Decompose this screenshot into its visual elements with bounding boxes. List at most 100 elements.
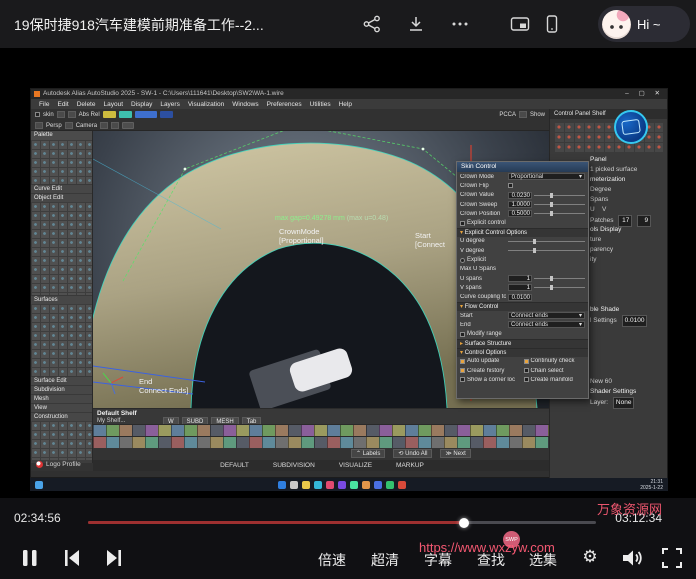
menu-preferences[interactable]: Preferences bbox=[267, 101, 302, 108]
find-button[interactable]: 查找 bbox=[477, 550, 505, 570]
v-degree-slider[interactable] bbox=[508, 250, 585, 251]
surface-structure-section[interactable]: ▸ Surface Structure bbox=[457, 339, 588, 348]
crown-position-slider[interactable] bbox=[534, 213, 585, 214]
episodes-button[interactable]: 选集 bbox=[529, 550, 557, 570]
app-icon[interactable] bbox=[398, 481, 406, 489]
skin-toggle-label[interactable]: skin bbox=[43, 112, 54, 118]
menu-utilities[interactable]: Utilities bbox=[310, 101, 331, 108]
camera-label[interactable]: Camera bbox=[76, 123, 97, 129]
show-toggle[interactable]: Show bbox=[530, 112, 545, 118]
u-degree-slider[interactable] bbox=[508, 241, 585, 242]
taskbar-app-icons[interactable] bbox=[43, 481, 640, 489]
menu-file[interactable]: File bbox=[39, 101, 49, 108]
settings-gear-icon[interactable]: ⚙ bbox=[578, 546, 602, 570]
palette-section-subdivision[interactable]: Subdivision bbox=[31, 385, 92, 394]
crown-flip-checkbox[interactable] bbox=[508, 183, 513, 188]
layer-chip-teal[interactable] bbox=[119, 111, 132, 118]
menu-display[interactable]: Display bbox=[131, 101, 152, 108]
palette-section-mesh[interactable]: Mesh bbox=[31, 394, 92, 403]
tab-default[interactable]: DEFAULT bbox=[220, 462, 249, 469]
quality-button[interactable]: 超清 bbox=[371, 550, 399, 570]
palette-section-surfaces[interactable]: Surfaces bbox=[31, 295, 92, 304]
palette-section-surface-edit[interactable]: Surface Edit bbox=[31, 376, 92, 385]
layer-chip-blue[interactable] bbox=[135, 111, 157, 118]
more-options-icon[interactable] bbox=[450, 14, 470, 34]
edge-icon[interactable] bbox=[314, 481, 322, 489]
search-icon[interactable] bbox=[290, 481, 298, 489]
patches-v-value[interactable]: 9 bbox=[637, 215, 651, 227]
tool-box-icon[interactable] bbox=[519, 111, 527, 118]
crown-value-field[interactable]: 0.0230 bbox=[508, 192, 532, 199]
user-avatar[interactable] bbox=[602, 10, 631, 39]
v-spans-slider[interactable] bbox=[534, 287, 585, 288]
start-icon[interactable] bbox=[278, 481, 286, 489]
weather-widget-icon[interactable] bbox=[35, 481, 43, 489]
progress-bar[interactable] bbox=[88, 521, 596, 524]
tool-box-icon[interactable] bbox=[57, 111, 65, 118]
continuity-check-checkbox[interactable] bbox=[524, 359, 529, 364]
u-spans-field[interactable]: 1 bbox=[508, 275, 532, 282]
shelf-icon-strip[interactable] bbox=[93, 436, 551, 448]
download-icon[interactable] bbox=[406, 14, 426, 34]
layer-chip-yellow[interactable] bbox=[103, 111, 116, 118]
flow-control-section[interactable]: ▾ Flow Control bbox=[457, 302, 588, 311]
taskbar-clock[interactable]: 21:31 2025-1-22 bbox=[640, 479, 663, 491]
palette-icon-grid[interactable] bbox=[31, 140, 92, 184]
palette-section-object-edit[interactable]: Object Edit bbox=[31, 193, 92, 202]
grid-view-icon[interactable] bbox=[35, 122, 43, 129]
menu-visualization[interactable]: Visualization bbox=[188, 101, 224, 108]
video-frame[interactable]: Autodesk Alias AutoStudio 2025 - SW-1 - … bbox=[0, 48, 696, 498]
palette-icon-grid[interactable] bbox=[31, 304, 92, 376]
pause-button[interactable] bbox=[18, 546, 42, 570]
share-icon[interactable] bbox=[362, 14, 382, 34]
coupling-field[interactable]: 0.0100 bbox=[508, 294, 532, 301]
crown-sweep-slider[interactable] bbox=[534, 204, 585, 205]
app-icon[interactable] bbox=[374, 481, 382, 489]
shelf-icon-strip[interactable] bbox=[93, 424, 551, 436]
layer-selector[interactable]: None bbox=[613, 397, 635, 409]
add-camera-icon[interactable] bbox=[65, 122, 73, 129]
palette-section-view[interactable]: View bbox=[31, 403, 92, 412]
app-icon[interactable] bbox=[350, 481, 358, 489]
app-icon[interactable] bbox=[386, 481, 394, 489]
previous-button[interactable] bbox=[60, 546, 84, 570]
menu-windows[interactable]: Windows bbox=[232, 101, 258, 108]
create-manifold-checkbox[interactable] bbox=[524, 377, 529, 382]
next-episode-button[interactable] bbox=[102, 546, 126, 570]
palette-section-curve-edit[interactable]: Curve Edit bbox=[31, 184, 92, 193]
subtitle-button[interactable]: 字幕 bbox=[424, 550, 452, 570]
crown-sweep-field[interactable]: 1.0000 bbox=[508, 201, 532, 208]
skin-control-header[interactable]: Skin Control bbox=[457, 162, 588, 172]
modify-range-checkbox[interactable] bbox=[460, 332, 465, 337]
u-spans-slider[interactable] bbox=[534, 278, 585, 279]
auto-update-checkbox[interactable] bbox=[460, 359, 465, 364]
speed-button[interactable]: 倍速 bbox=[318, 550, 346, 570]
chain-select-checkbox[interactable] bbox=[524, 368, 529, 373]
undo-all-button[interactable]: ⟲ Undo All bbox=[393, 449, 432, 458]
picture-in-picture-icon[interactable] bbox=[510, 14, 530, 34]
menu-help[interactable]: Help bbox=[339, 101, 352, 108]
window-controls[interactable]: – ▢ ✕ bbox=[625, 89, 664, 99]
palette-icon-grid[interactable] bbox=[31, 421, 92, 460]
tab-subdivision[interactable]: SUBDIVISION bbox=[273, 462, 315, 469]
tool-chip[interactable] bbox=[122, 122, 134, 129]
progress-handle[interactable] bbox=[459, 518, 469, 528]
persp-view-label[interactable]: Persp bbox=[46, 123, 62, 129]
precision-value[interactable]: 0.0100 bbox=[622, 315, 648, 327]
next-button[interactable]: ≫ Next bbox=[440, 449, 470, 458]
app-icon[interactable] bbox=[326, 481, 334, 489]
tool-box-icon[interactable] bbox=[68, 111, 76, 118]
layer-chip-navy[interactable] bbox=[160, 111, 173, 118]
control-options-section[interactable]: ▾ Control Options bbox=[457, 348, 588, 357]
explorer-icon[interactable] bbox=[302, 481, 310, 489]
abs-rel-toggle[interactable]: Abs Rel bbox=[79, 112, 100, 118]
mobile-screen-icon[interactable] bbox=[542, 14, 562, 34]
corner-loc-checkbox[interactable] bbox=[460, 377, 465, 382]
skin-checkbox[interactable] bbox=[35, 112, 40, 117]
app-icon[interactable] bbox=[362, 481, 370, 489]
explicit-control-checkbox[interactable] bbox=[460, 221, 465, 226]
menu-edit[interactable]: Edit bbox=[57, 101, 68, 108]
account-pill[interactable]: Hi ~ bbox=[598, 6, 690, 42]
create-history-checkbox[interactable] bbox=[460, 368, 465, 373]
palette-icon-grid[interactable] bbox=[31, 202, 92, 295]
